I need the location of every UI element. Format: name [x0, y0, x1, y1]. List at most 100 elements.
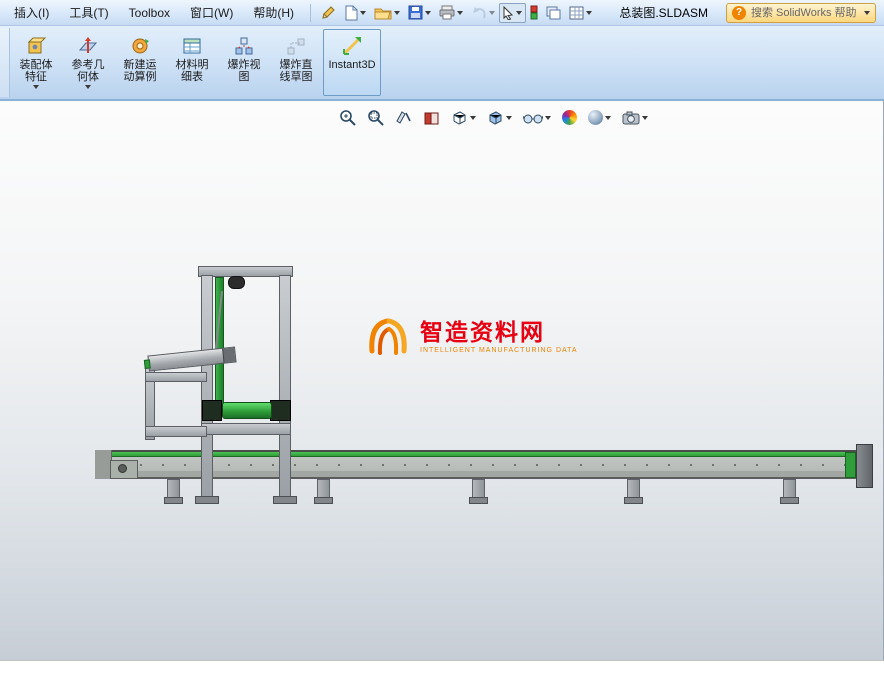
conveyor-leg: [167, 479, 180, 498]
previous-view-button[interactable]: [392, 106, 415, 129]
new-document-button[interactable]: [339, 2, 370, 24]
menu-tools[interactable]: 工具(T): [59, 0, 118, 25]
undo-button[interactable]: [467, 3, 499, 23]
dropdown-arrow-icon[interactable]: [586, 10, 593, 15]
instant3d-icon: [341, 35, 363, 57]
reference-geometry-icon: [77, 35, 99, 57]
reference-geometry-button[interactable]: 参考几 何体: [63, 29, 113, 96]
watermark-title: 智造资料网: [420, 319, 545, 345]
exploded-view-button[interactable]: 爆炸视 图: [219, 29, 269, 96]
conveyor-foot: [780, 497, 799, 504]
dropdown-arrow-icon[interactable]: [642, 115, 648, 120]
print-button[interactable]: [435, 2, 467, 23]
menu-help[interactable]: 帮助(H): [243, 0, 304, 25]
zoom-area-button[interactable]: [364, 106, 387, 129]
conveyor-foot: [314, 497, 333, 504]
apply-scene-button[interactable]: [585, 107, 614, 128]
button-label: 新建运 动算例: [123, 59, 157, 83]
conveyor-right-block: [856, 444, 873, 488]
open-button[interactable]: [370, 3, 404, 23]
menu-toolbox[interactable]: Toolbox: [119, 2, 180, 24]
conveyor-foot: [469, 497, 488, 504]
roller-bearing-left: [202, 400, 222, 421]
bill-of-materials-button[interactable]: 材料明 细表: [167, 29, 217, 96]
heads-up-view-toolbar: [336, 106, 651, 129]
button-label: 装配体 特征: [19, 59, 53, 83]
conveyor-leg: [472, 479, 485, 498]
dropdown-arrow-icon[interactable]: [457, 10, 464, 15]
menu-window[interactable]: 窗口(W): [180, 0, 243, 25]
command-manager: 装配体 特征 参考几 何体 新建运 动算例 材料明 细表 爆炸视 图 爆炸直 线…: [0, 26, 884, 101]
new-motion-study-button[interactable]: 新建运 动算例: [115, 29, 165, 96]
menu-bar: 插入(I) 工具(T) Toolbox 窗口(W) 帮助(H) 总装图.SLDA…: [0, 0, 884, 26]
dropdown-arrow-icon[interactable]: [360, 10, 367, 15]
help-icon: ?: [732, 5, 746, 20]
dropdown-arrow-icon[interactable]: [489, 10, 496, 15]
button-label: 材料明 细表: [175, 59, 209, 83]
dropdown-arrow-icon[interactable]: [864, 10, 870, 15]
display-style-button[interactable]: [484, 106, 515, 129]
toolbar-separator: [310, 3, 312, 22]
dropdown-arrow-icon[interactable]: [470, 115, 476, 120]
instant3d-button[interactable]: Instant3D: [323, 29, 381, 96]
conveyor-end-pulley: [845, 452, 856, 478]
dropdown-arrow-icon[interactable]: [545, 115, 551, 120]
button-label: Instant3D: [328, 59, 376, 71]
rebuild-button[interactable]: [526, 2, 542, 23]
watermark-text: 智造资料网 INTELLIGENT MANUFACTURING DATA: [420, 313, 578, 354]
scene-sphere-icon: [588, 110, 603, 125]
cylinder-head: [222, 347, 236, 363]
roller-bearing-right: [270, 400, 291, 421]
status-bar: [0, 660, 884, 691]
assembly-features-icon: [25, 35, 47, 57]
explode-line-sketch-icon: [285, 35, 307, 57]
conveyor-leg: [317, 479, 330, 498]
watermark: 智造资料网 INTELLIGENT MANUFACTURING DATA: [364, 313, 578, 359]
bom-table-icon: [181, 35, 203, 57]
help-search[interactable]: ?: [726, 2, 876, 23]
dropdown-arrow-icon[interactable]: [605, 115, 611, 120]
frame-crossbar: [201, 423, 291, 435]
button-label: 爆炸视 图: [227, 59, 261, 83]
conveyor-leg: [627, 479, 640, 498]
edit-appearance-button[interactable]: [559, 107, 580, 128]
cylinder-port: [143, 359, 151, 369]
dropdown-arrow-icon[interactable]: [85, 85, 91, 89]
view-palette-button[interactable]: [542, 3, 565, 23]
search-input[interactable]: [751, 6, 859, 19]
explode-line-sketch-button[interactable]: 爆炸直 线草图: [271, 29, 321, 96]
zoom-fit-button[interactable]: [336, 106, 359, 129]
section-view-button[interactable]: [420, 106, 443, 129]
clipped-button: [0, 28, 10, 97]
dropdown-arrow-icon[interactable]: [394, 10, 401, 15]
hide-show-items-button[interactable]: [520, 108, 554, 128]
document-title: 总装图.SLDASM: [619, 6, 708, 20]
button-label: 爆炸直 线草图: [279, 59, 313, 83]
frame-left-post: [201, 275, 213, 497]
button-label: 参考几 何体: [71, 59, 105, 83]
motion-study-icon: [129, 35, 151, 57]
subframe-top-bar: [145, 372, 207, 382]
frame-right-post: [279, 275, 291, 497]
sketch-pencil-icon[interactable]: [317, 3, 339, 23]
solidworks-window: 插入(I) 工具(T) Toolbox 窗口(W) 帮助(H) 总装图.SLDA…: [0, 0, 884, 691]
menu-insert[interactable]: 插入(I): [4, 0, 59, 25]
dropdown-arrow-icon[interactable]: [516, 10, 523, 15]
frame-left-foot: [195, 496, 219, 504]
sheet-properties-button[interactable]: [565, 3, 596, 23]
watermark-subtitle: INTELLIGENT MANUFACTURING DATA: [420, 347, 578, 354]
dropdown-arrow-icon[interactable]: [33, 85, 39, 89]
view-settings-button[interactable]: [619, 108, 651, 128]
watermark-logo-icon: [369, 318, 407, 355]
dropdown-arrow-icon[interactable]: [506, 115, 512, 120]
frame-right-foot: [273, 496, 297, 504]
conveyor-leg: [783, 479, 796, 498]
conveyor-foot: [164, 497, 183, 504]
graphics-area[interactable]: 智造资料网 INTELLIGENT MANUFACTURING DATA: [0, 101, 884, 660]
view-orientation-button[interactable]: [448, 106, 479, 129]
assembly-features-button[interactable]: 装配体 特征: [11, 29, 61, 96]
select-tool-button[interactable]: [499, 2, 527, 23]
save-button[interactable]: [404, 2, 435, 23]
conveyor-hole-row: [115, 461, 845, 470]
dropdown-arrow-icon[interactable]: [425, 10, 432, 15]
